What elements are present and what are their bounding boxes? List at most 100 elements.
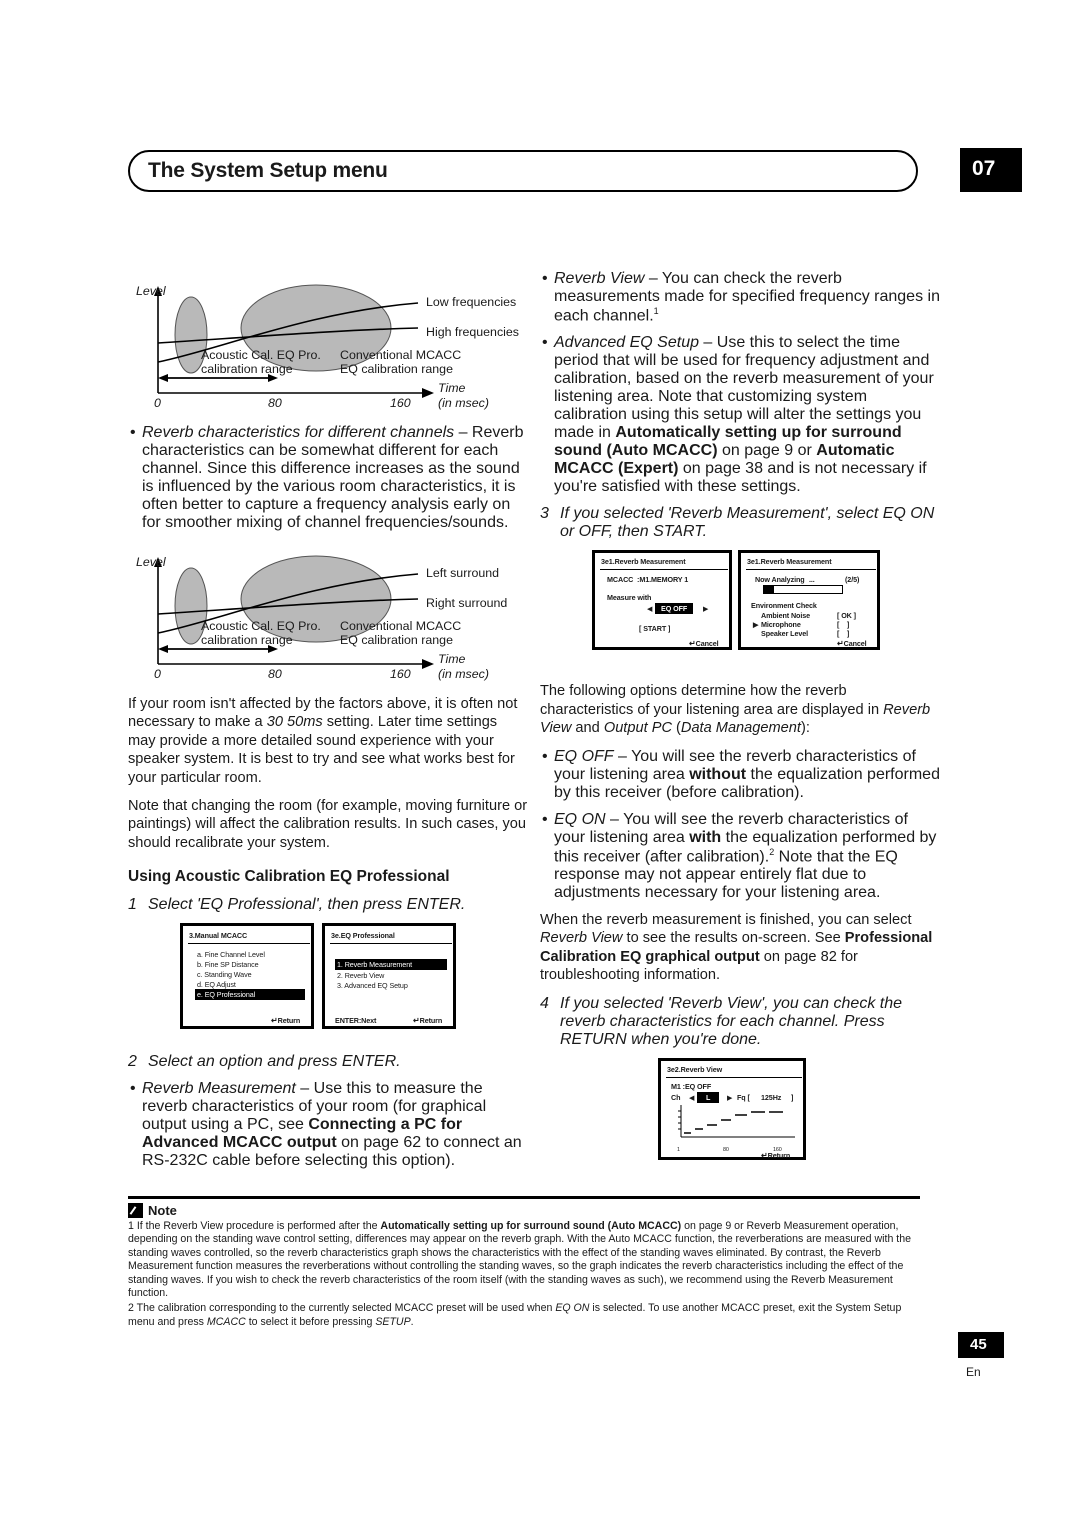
manual-page: The System Setup menu 07 Level Low frequ… — [0, 0, 1080, 1527]
footnote-2-post: . — [410, 1315, 414, 1328]
lcd-rm-progress-now-analyzing: Now Analyzing — [755, 575, 805, 585]
footnote-2: 2 The calibration corresponding to the c… — [128, 1302, 920, 1329]
paragraph-changing-room: Note that changing the room (for example… — [128, 798, 528, 851]
lcd-manual-mcacc-item-2[interactable]: c. Standing Wave — [197, 970, 252, 979]
lcd-rm-start-mcacc-line: MCACC :M1.MEMORY 1 — [607, 575, 689, 585]
bullet-eq-off-title: EQ OFF — [554, 747, 614, 765]
bullet-reverb-view-title: Reverb View — [554, 270, 645, 287]
step-2: 2 Select an option and press ENTER. — [128, 1053, 528, 1071]
lcd-eq-professional-return[interactable]: ↵Return — [413, 1016, 442, 1025]
footnote-1-pre: 1 If the Reverb View procedure is perfor… — [128, 1220, 381, 1232]
lcd-reverb-view[interactable]: 3e2.Reverb View M1 :EQ OFF Ch ◀ L ▶ Fq [… — [658, 1057, 806, 1160]
lcd-reverb-view-preset-line: M1 :EQ OFF — [671, 1081, 712, 1091]
step-4-text: If you selected 'Reverb View', you can c… — [560, 994, 902, 1048]
paragraph-finished-reverb-view: Reverb View — [540, 930, 623, 947]
lcd-rm-start-right-arrow[interactable]: ▶ — [703, 604, 709, 613]
chapter-number: 07 — [972, 157, 996, 180]
lcd-rm-start-title: 3e1.Reverb Measurement — [601, 557, 686, 567]
lcd-reverb-view-title: 3e2.Reverb View — [667, 1064, 723, 1074]
note-pencil-icon — [128, 1203, 143, 1218]
lcd-reverb-view-freq-label: Fq [ — [737, 1092, 750, 1102]
lcd-rm-start-cancel[interactable]: ↵Cancel — [689, 639, 719, 648]
lcd-eq-professional-item-0-selected[interactable]: 1. Reverb Measurement — [335, 959, 447, 971]
lcd-reverb-measurement-start[interactable]: 3e1.Reverb Measurement MCACC :M1.MEMORY … — [592, 550, 732, 651]
lcd-rm-progress-cancel[interactable]: ↵Cancel — [837, 639, 867, 648]
lcd-rm-progress-section-label: Environment Check — [751, 601, 817, 611]
paragraph-options-post: ): — [800, 720, 810, 737]
lcd-manual-mcacc-return[interactable]: ↵Return — [271, 1016, 300, 1025]
lcd-rm-progress-dots: ... — [809, 575, 815, 585]
lcd-manual-mcacc-item-3[interactable]: d. EQ Adjust — [197, 980, 236, 989]
figure-1-tick-0: 0 — [154, 396, 161, 410]
paragraph-options-pre: The following options determine how the … — [540, 683, 884, 718]
figure-2-curve-label-left-surround: Left surround — [426, 566, 500, 580]
step-1-text: Select 'EQ Professional', then press ENT… — [148, 896, 466, 914]
lcd-eq-professional-enter[interactable]: ENTER:Next — [335, 1016, 376, 1025]
lcd-rm-progress-row-0-label: Ambient Noise — [761, 611, 811, 621]
chapter-number-badge: 07 — [960, 148, 1022, 192]
figure-2-x-axis-label: Time — [438, 652, 466, 666]
lcd-rm-start-left-arrow[interactable]: ◀ — [647, 604, 653, 613]
lcd-manual-mcacc-item-1[interactable]: b. Fine SP Distance — [197, 960, 259, 969]
figure-1-x-axis-label: Time — [438, 381, 466, 395]
figure-1-range-label-acoustic: Acoustic Cal. EQ Pro. calibration range — [201, 348, 321, 376]
bullet-reverb-characteristics-channels: Reverb characteristics for different cha… — [128, 424, 528, 532]
lcd-reverb-measurement-progress[interactable]: 3e1.Reverb Measurement Now Analyzing ...… — [738, 550, 880, 651]
lcd-eq-professional-item-1[interactable]: 2. Reverb View — [337, 971, 384, 980]
lcd-reverb-view-return[interactable]: ↵Return — [761, 1151, 790, 1160]
paragraph-options-mid2: ( — [671, 720, 681, 737]
bullet-advanced-eq-body-2: on page 9 or — [717, 442, 817, 460]
lcd-manual-mcacc-item-0[interactable]: a. Fine Channel Level — [197, 950, 265, 959]
lcd-reverb-view-left-arrow[interactable]: ◀ — [689, 1093, 695, 1102]
paragraph-measurement-finished: When the reverb measurement is finished,… — [540, 911, 940, 985]
step-1-number: 1 — [128, 896, 137, 914]
footnote-1: 1 If the Reverb View procedure is perfor… — [128, 1220, 920, 1300]
lcd-rm-progress-row-1-value: [ ] — [837, 620, 850, 630]
bullet-eq-on-bold: with — [689, 828, 722, 846]
lcd-reverb-view-freq-value[interactable]: 125Hz — [761, 1093, 781, 1102]
figure-reverb-frequencies: Level Low frequencies High frequencies A… — [128, 270, 528, 418]
page-number: 45 — [970, 1336, 987, 1353]
lcd-reverb-view-channel-value[interactable]: L — [697, 1091, 720, 1103]
language-label: En — [966, 1365, 981, 1379]
lcd-rm-progress-bar — [763, 585, 843, 595]
step-1: 1 Select 'EQ Professional', then press E… — [128, 896, 528, 914]
paragraph-options-output-pc: Output PC — [603, 720, 672, 737]
lcd-manual-mcacc[interactable]: 3.Manual MCACC a. Fine Channel Level b. … — [180, 923, 314, 1030]
lcd-rm-start-button[interactable]: [ START ] — [639, 624, 670, 633]
figure-2-tick-80: 80 — [268, 667, 282, 681]
lcd-eq-professional-item-2[interactable]: 3. Advanced EQ Setup — [337, 981, 408, 990]
lcd-rm-progress-row-1-label: Microphone — [761, 620, 801, 630]
lcd-eq-professional-title: 3e.EQ Professional — [331, 931, 395, 941]
step-4-number: 4 — [540, 994, 549, 1012]
lcd-reverb-view-channel-label: Ch — [671, 1092, 681, 1102]
figure-1-curve-label-low: Low frequencies — [426, 295, 517, 309]
bullet-reverb-view-footnote-marker: 1 — [653, 306, 659, 316]
lcd-reverb-view-freq-close: ] — [791, 1092, 794, 1102]
bullet-eq-on: EQ ON – You will see the reverb characte… — [540, 811, 940, 902]
figure-1-tick-80: 80 — [268, 396, 282, 410]
figure-2-curve-label-right-surround: Right surround — [426, 596, 508, 610]
note-label: Note — [148, 1203, 177, 1218]
bullet-advanced-eq-setup: Advanced EQ Setup – Use this to select t… — [540, 334, 940, 496]
footnote-2-setup: SETUP — [375, 1315, 411, 1328]
figure-1-curve-label-high: High frequencies — [426, 325, 519, 339]
lcd-manual-mcacc-item-4-selected[interactable]: e. EQ Professional — [195, 989, 305, 1001]
figure-1-x-axis-unit: (in msec) — [438, 396, 489, 410]
paragraph-options-mid: and — [571, 720, 604, 737]
lcd-manual-mcacc-title: 3.Manual MCACC — [189, 931, 248, 941]
bullet-advanced-eq-title: Advanced EQ Setup — [554, 334, 699, 352]
lcd-screens-row-2: 3e1.Reverb Measurement MCACC :M1.MEMORY … — [540, 550, 940, 670]
figure-reverb-surround: Level Left surround Right surround Acous… — [128, 541, 528, 689]
step-2-text: Select an option and press ENTER. — [148, 1053, 401, 1071]
figure-2-tick-160: 160 — [390, 667, 411, 681]
lcd-rm-progress-step-counter: (2/5) — [845, 575, 860, 585]
figure-2-range-label-acoustic: Acoustic Cal. EQ Pro. calibration range — [201, 619, 321, 647]
lcd-eq-professional[interactable]: 3e.EQ Professional 1. Reverb Measurement… — [322, 923, 456, 1030]
lcd-rm-start-eq-value[interactable]: EQ OFF — [655, 603, 694, 615]
lcd-reverb-view-xtick-0: 1 — [677, 1146, 680, 1153]
cursor-arrow-icon: ▶ — [753, 620, 759, 630]
figure-2-tick-0: 0 — [154, 667, 161, 681]
lcd-reverb-view-right-arrow[interactable]: ▶ — [727, 1093, 733, 1102]
footnote-2-mid2: to select it before pressing — [245, 1315, 376, 1328]
